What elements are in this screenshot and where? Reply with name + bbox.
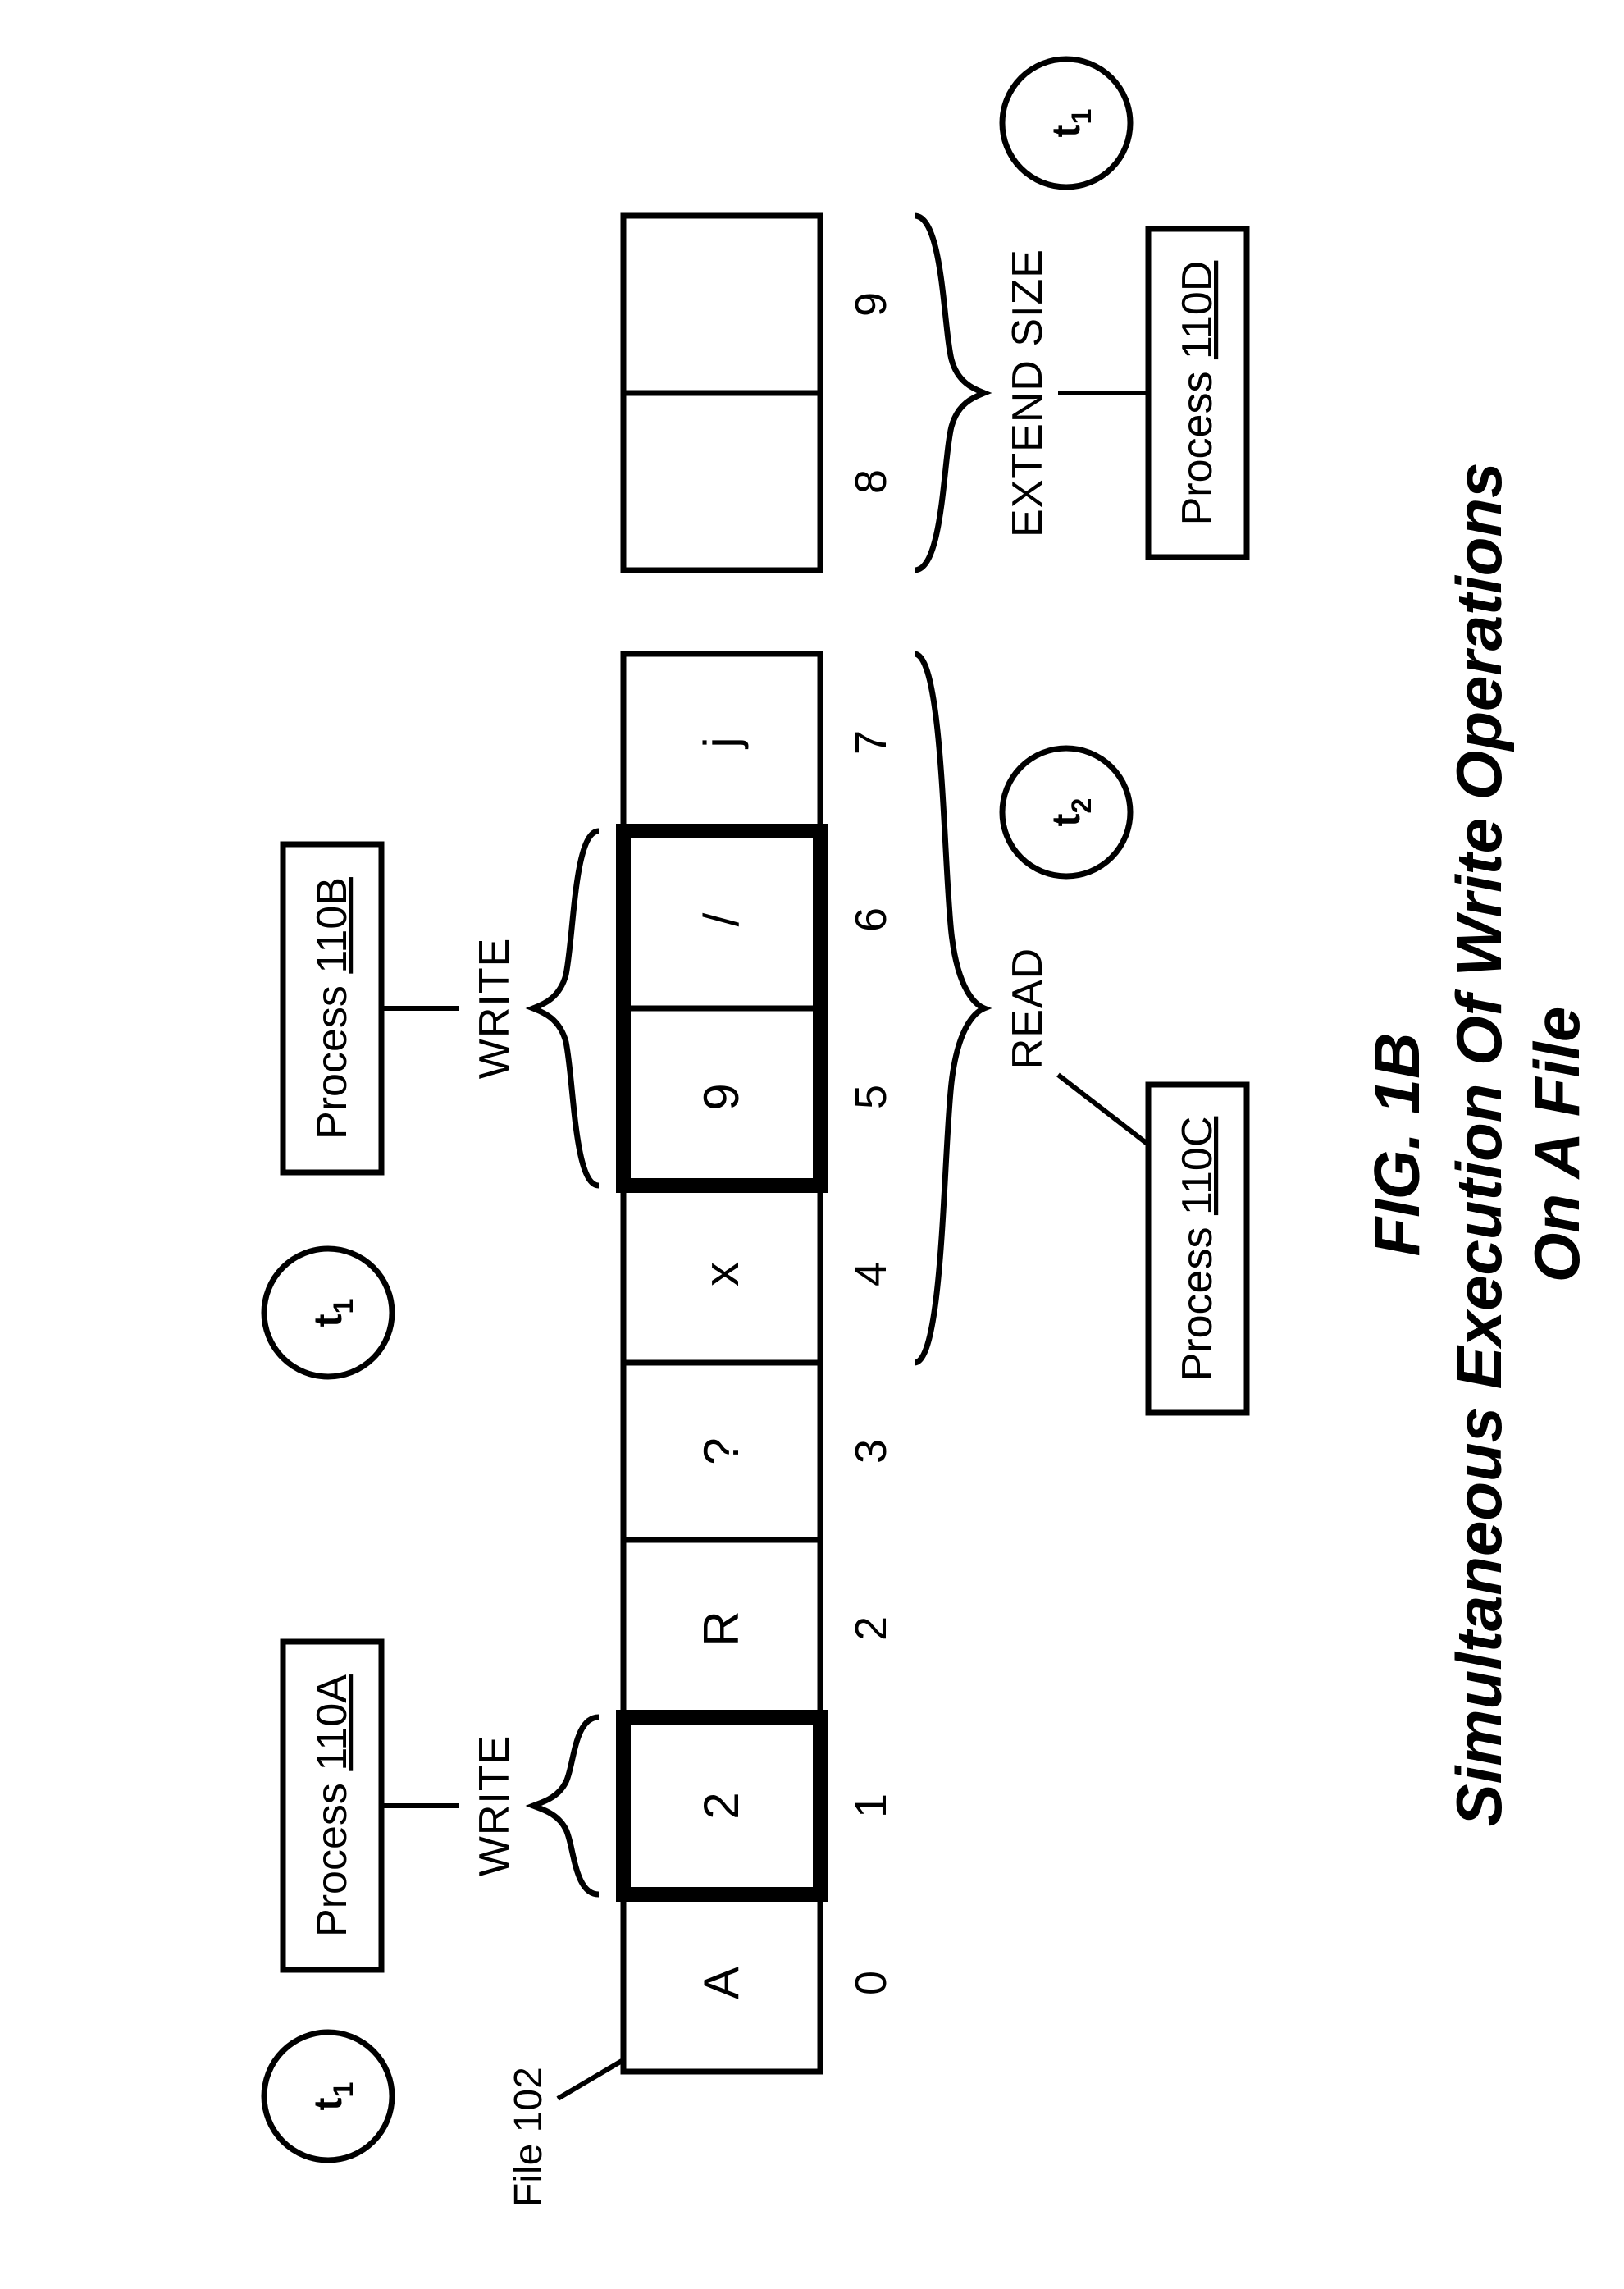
svg-text:Process 110D: Process 110D [1174, 261, 1221, 526]
index-2: 2 [846, 1616, 896, 1641]
index-0: 0 [846, 1971, 896, 1995]
time-marker-c: t2 [1002, 748, 1130, 876]
cell-3: ? [694, 1437, 749, 1464]
index-7: 7 [846, 730, 896, 755]
svg-text:t1: t1 [307, 1299, 359, 1327]
figure-title-line1: Simultaneous Execution Of Write Operatio… [1443, 463, 1515, 1827]
index-5: 5 [846, 1085, 896, 1109]
cell-values: A 2 R ? x 9 / j [694, 737, 749, 1999]
process-110a-box: Process 110A [283, 1642, 381, 1970]
index-4: 4 [846, 1262, 896, 1286]
process-b-ref: 110B [308, 877, 356, 974]
op-write-b: WRITE [471, 938, 518, 1080]
cell-4: x [694, 1262, 749, 1286]
cell-7: j [694, 737, 749, 749]
file-label-leader [558, 2061, 622, 2099]
svg-text:t2: t2 [1045, 798, 1097, 827]
cell-indices: 0 1 2 3 4 5 6 7 8 9 [846, 292, 896, 1995]
svg-text:t1: t1 [1045, 109, 1097, 138]
figure-title: FIG. 1B Simultaneous Execution Of Write … [1361, 463, 1593, 1827]
svg-text:Process 110C: Process 110C [1174, 1117, 1221, 1382]
cell-5: 9 [694, 1083, 749, 1110]
index-3: 3 [846, 1439, 896, 1464]
index-8: 8 [846, 469, 896, 494]
file-label-group: File 102 [507, 2061, 622, 2207]
svg-text:t1: t1 [307, 2082, 359, 2111]
figure-title-line2: On A File [1521, 1007, 1593, 1283]
index-9: 9 [846, 292, 896, 317]
process-110c-box: Process 110C [1148, 1085, 1247, 1413]
cell-6: / [694, 912, 749, 926]
time-marker-d: t1 [1002, 59, 1130, 187]
index-1: 1 [846, 1793, 896, 1818]
svg-text:Process 110B: Process 110B [308, 877, 356, 1140]
brace-extend: EXTEND SIZE [915, 216, 1148, 570]
time-marker-a: t1 [264, 2032, 392, 2160]
cell-1: 2 [694, 1792, 749, 1819]
process-d-ref: 110D [1174, 261, 1221, 359]
process-a-label: Process [308, 1783, 356, 1937]
op-write-a: WRITE [471, 1735, 518, 1877]
process-b-label: Process [308, 985, 356, 1140]
process-c-ref: 110C [1174, 1117, 1221, 1215]
brace-write-a: WRITE [381, 1717, 599, 1894]
cell-0: A [694, 1967, 749, 1999]
process-c-label: Process [1174, 1227, 1221, 1382]
process-110b-box: Process 110B [283, 844, 381, 1172]
brace-write-b: WRITE [381, 831, 599, 1186]
cell-2: R [694, 1611, 749, 1646]
process-110d-box: Process 110D [1148, 229, 1247, 557]
svg-text:Process 110A: Process 110A [308, 1674, 356, 1937]
process-d-label: Process [1174, 372, 1221, 526]
figure-number: FIG. 1B [1361, 1032, 1433, 1256]
op-extend-size: EXTEND SIZE [1004, 249, 1051, 537]
index-6: 6 [846, 907, 896, 932]
file-label: File 102 [507, 2067, 550, 2207]
op-read: READ [1004, 948, 1051, 1069]
time-marker-b: t1 [264, 1249, 392, 1377]
process-a-ref: 110A [308, 1674, 356, 1771]
